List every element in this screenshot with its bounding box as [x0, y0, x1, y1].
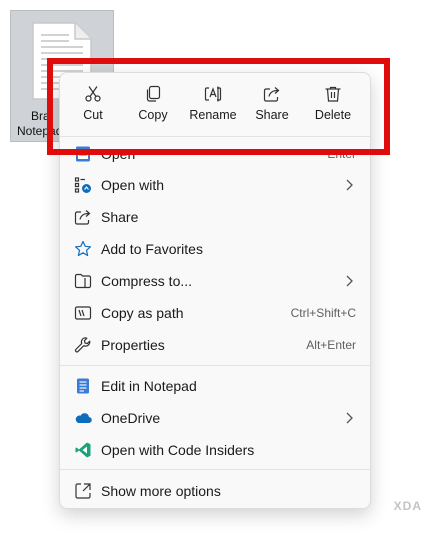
menu-item-open-with[interactable]: Open with — [66, 170, 364, 200]
menu-item-show-more-options[interactable]: Show more options — [66, 476, 364, 506]
shortcut-text: Ctrl+Shift+C — [290, 306, 356, 320]
menu-item-open-with-code-insiders[interactable]: Open with Code Insiders — [66, 435, 364, 465]
menu-item-add-to-favorites[interactable]: Add to Favorites — [66, 234, 364, 264]
copy-label: Copy — [138, 108, 168, 122]
menu-separator — [60, 365, 370, 366]
onedrive-cloud-icon — [75, 413, 92, 424]
share-icon — [74, 210, 91, 225]
copy-path-icon — [74, 306, 92, 320]
trash-icon — [325, 86, 341, 102]
menu-item-edit-in-notepad[interactable]: Edit in Notepad — [66, 371, 364, 401]
vscode-insiders-icon — [75, 442, 91, 458]
menu-item-share[interactable]: Share — [66, 202, 364, 232]
menu-item-copy-as-path[interactable]: Copy as path Ctrl+Shift+C — [66, 298, 364, 328]
menu-item-label: Open — [101, 146, 136, 162]
menu-item-label: Copy as path — [101, 305, 184, 321]
menu-item-label: Open with — [101, 177, 165, 193]
menu-item-label: OneDrive — [101, 410, 161, 426]
menu-item-label: Edit in Notepad — [101, 378, 197, 394]
copy-icon — [146, 85, 161, 102]
quick-actions-bar: Cut Copy Rename Share Delete — [60, 73, 370, 135]
cut-button[interactable]: Cut — [65, 81, 121, 131]
menu-separator — [60, 469, 370, 470]
share-label: Share — [255, 108, 289, 122]
menu-item-label: Open with Code Insiders — [101, 442, 255, 458]
shortcut-text: Enter — [327, 147, 356, 161]
chevron-right-icon — [346, 412, 353, 424]
copy-button[interactable]: Copy — [125, 81, 181, 131]
expand-window-icon — [75, 483, 91, 499]
rename-label: Rename — [189, 108, 237, 122]
menu-item-label: Show more options — [101, 483, 221, 499]
menu-item-label: Add to Favorites — [101, 241, 203, 257]
xda-watermark: XDA — [393, 499, 422, 513]
scissors-icon — [85, 86, 101, 102]
menu-separator — [60, 136, 370, 137]
notepad-icon — [76, 146, 90, 162]
menu-item-onedrive[interactable]: OneDrive — [66, 403, 364, 433]
notepad-icon — [77, 378, 89, 394]
chevron-right-icon — [346, 275, 353, 287]
menu-item-compress[interactable]: Compress to... — [66, 266, 364, 296]
chevron-right-icon — [346, 179, 353, 191]
cut-label: Cut — [83, 108, 103, 122]
menu-item-label: Properties — [101, 337, 165, 353]
share-button[interactable]: Share — [244, 81, 300, 131]
zip-folder-icon — [74, 273, 92, 289]
star-icon — [75, 240, 91, 257]
share-icon — [263, 87, 280, 102]
rename-button[interactable]: Rename — [185, 81, 241, 131]
open-with-icon — [74, 177, 91, 193]
delete-button[interactable]: Delete — [305, 81, 361, 131]
context-menu: Cut Copy Rename Share Delete Open Enter … — [59, 72, 371, 509]
wrench-icon — [74, 337, 91, 353]
menu-item-open[interactable]: Open Enter — [66, 139, 364, 169]
menu-item-properties[interactable]: Properties Alt+Enter — [66, 330, 364, 360]
menu-item-label: Compress to... — [101, 273, 193, 289]
rename-icon — [204, 86, 222, 102]
delete-label: Delete — [314, 108, 352, 122]
menu-item-label: Share — [101, 209, 139, 225]
shortcut-text: Alt+Enter — [306, 338, 356, 352]
